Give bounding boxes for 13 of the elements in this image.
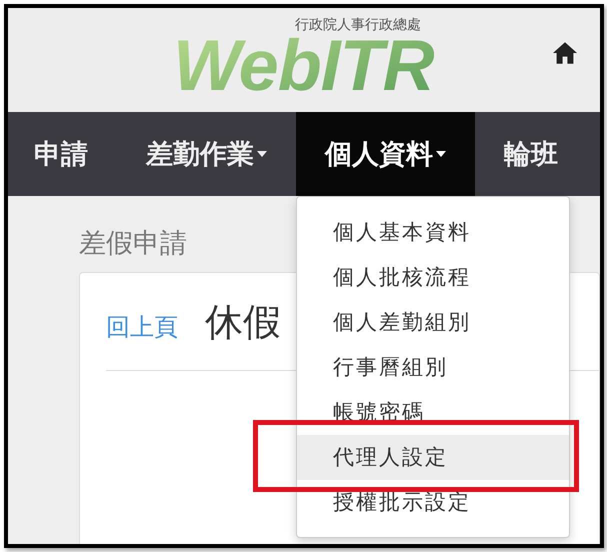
nav-menu-item[interactable]: 輪班 [475, 112, 587, 196]
page-title: 差假申請 [79, 227, 187, 261]
menu-item[interactable]: 個人批核流程 [297, 255, 569, 300]
menu-item[interactable]: 個人差勤組別 [297, 300, 569, 345]
page-heading: 休假 [205, 299, 281, 346]
home-icon[interactable] [553, 42, 577, 64]
menu-item[interactable]: 授權批示設定 [297, 480, 569, 525]
nav-menu-item[interactable]: 申請 [8, 112, 117, 196]
menu-item[interactable]: 行事曆組別 [297, 345, 569, 390]
nav-menu-item[interactable]: 差勤作業 [117, 112, 296, 196]
menu-item[interactable]: 代理人設定 [297, 435, 569, 480]
nav-menu-item[interactable]: 個人資料 [296, 112, 475, 196]
menu-item[interactable]: 個人基本資料 [297, 210, 569, 255]
